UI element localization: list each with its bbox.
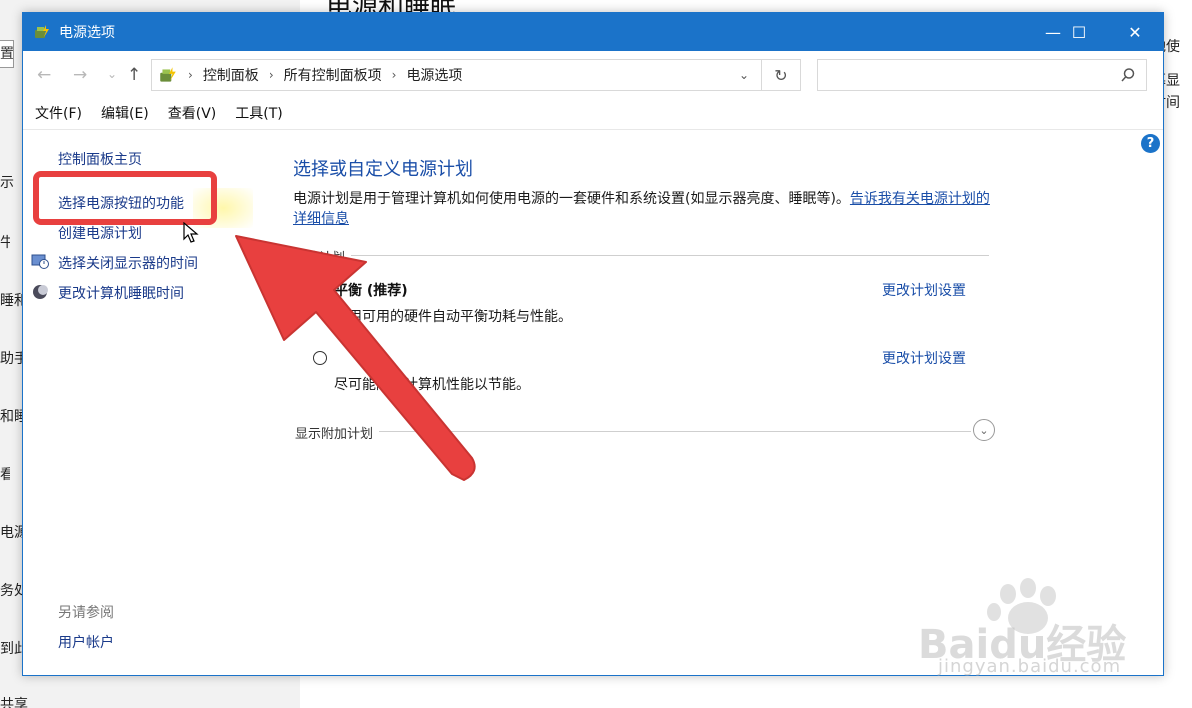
display-off-time-link[interactable]: 选择关闭显示器的时间 — [58, 253, 198, 273]
background-text: 电源 — [0, 525, 22, 541]
title-bar[interactable]: 电源选项 — ☐ ✕ — [23, 13, 1163, 51]
search-input[interactable] — [817, 59, 1147, 91]
background-text: 睡和 — [0, 293, 22, 309]
plan-balanced-description: 利用可用的硬件自动平衡功耗与性能。 — [334, 309, 572, 325]
menu-tools[interactable]: 工具(T) — [235, 103, 282, 129]
breadcrumb-separator-icon: › — [391, 68, 397, 82]
expand-chevron-down-icon[interactable]: ⌄ — [973, 419, 995, 441]
power-options-icon — [35, 25, 49, 38]
mouse-cursor-icon — [183, 222, 199, 243]
display-timer-icon — [31, 254, 49, 269]
up-arrow-icon[interactable]: ↑ — [127, 65, 141, 85]
breadcrumb-power-options[interactable]: 电源选项 — [406, 65, 462, 85]
page-heading: 选择或自定义电源计划 — [293, 159, 473, 180]
background-text: 共享 — [0, 697, 28, 708]
annotation-highlight-box — [33, 171, 217, 225]
breadcrumb-control-panel[interactable]: 控制面板 — [203, 65, 259, 85]
plan-power-saver-change-settings-link[interactable]: 更改计划设置 — [882, 348, 966, 368]
refresh-icon[interactable]: ↻ — [761, 59, 801, 91]
plan-balanced-change-settings-link[interactable]: 更改计划设置 — [882, 280, 966, 300]
forward-arrow-icon[interactable]: → — [73, 65, 87, 85]
control-panel-icon — [160, 67, 176, 82]
plan-power-saver-radio[interactable] — [313, 351, 327, 365]
address-bar[interactable]: › 控制面板 › 所有控制面板项 › 电源选项 — [151, 59, 801, 91]
back-arrow-icon[interactable]: ← — [37, 65, 51, 85]
help-icon[interactable]: ? — [1141, 134, 1160, 153]
user-accounts-link[interactable]: 用户帐户 — [58, 632, 114, 652]
close-button[interactable]: ✕ — [1107, 13, 1163, 51]
see-also-label: 另请参阅 — [58, 605, 114, 621]
navigation-bar: ← → ⌄ ↑ › 控制面板 › 所有控制面板项 › 电源选项 ⌄ ↻ — [23, 51, 1163, 99]
description-text: 电源计划是用于管理计算机如何使用电源的一套硬件和系统设置(如显示器亮度、睡眠等)… — [293, 191, 850, 207]
preferred-plans-label: 首选计划 — [293, 247, 352, 266]
background-text: 牛 — [0, 235, 10, 251]
background-search-input: 置 — [0, 40, 14, 68]
additional-plans-divider — [295, 431, 971, 432]
background-text: 助手 — [0, 351, 24, 367]
watermark-url: jingyan.baidu.com — [938, 656, 1122, 677]
show-additional-plans-label[interactable]: 显示附加计划 — [295, 423, 380, 442]
search-icon — [1121, 68, 1135, 82]
breadcrumb-separator-icon: › — [268, 68, 274, 82]
menu-divider — [23, 129, 1163, 130]
background-text: 看 — [0, 467, 10, 483]
page-description: 电源计划是用于管理计算机如何使用电源的一套硬件和系统设置(如显示器亮度、睡眠等)… — [293, 189, 1003, 229]
maximize-button[interactable]: ☐ — [1051, 13, 1107, 51]
menu-file[interactable]: 文件(F) — [35, 103, 82, 129]
background-text: 务处 — [0, 583, 22, 599]
window-title: 电源选项 — [59, 25, 115, 41]
menu-view[interactable]: 查看(V) — [168, 103, 217, 129]
plan-balanced-name: 平衡 (推荐) — [334, 283, 408, 299]
plan-balanced-radio[interactable] — [313, 283, 327, 297]
breadcrumb-separator-icon: › — [188, 68, 193, 82]
sleep-time-link[interactable]: 更改计算机睡眠时间 — [58, 283, 184, 303]
address-dropdown-chevron-icon[interactable]: ⌄ — [727, 59, 761, 91]
plan-power-saver-description: 尽可能降低计算机性能以节能。 — [334, 377, 530, 393]
recent-locations-chevron-icon[interactable]: ⌄ — [107, 67, 117, 81]
background-text: 到此 — [0, 641, 22, 657]
background-text: 和睡 — [0, 409, 22, 425]
breadcrumb-all-items[interactable]: 所有控制面板项 — [284, 65, 382, 85]
background-page-title: 电源和睡眠 — [326, 0, 456, 12]
menu-bar: 文件(F) 编辑(E) 查看(V) 工具(T) — [23, 103, 290, 129]
sleep-moon-icon — [33, 285, 48, 299]
create-power-plan-link[interactable]: 创建电源计划 — [58, 223, 142, 243]
control-panel-home-link[interactable]: 控制面板主页 — [58, 149, 142, 169]
menu-edit[interactable]: 编辑(E) — [101, 103, 149, 129]
preferred-plans-divider — [293, 255, 989, 256]
background-text: 示 — [0, 175, 14, 191]
